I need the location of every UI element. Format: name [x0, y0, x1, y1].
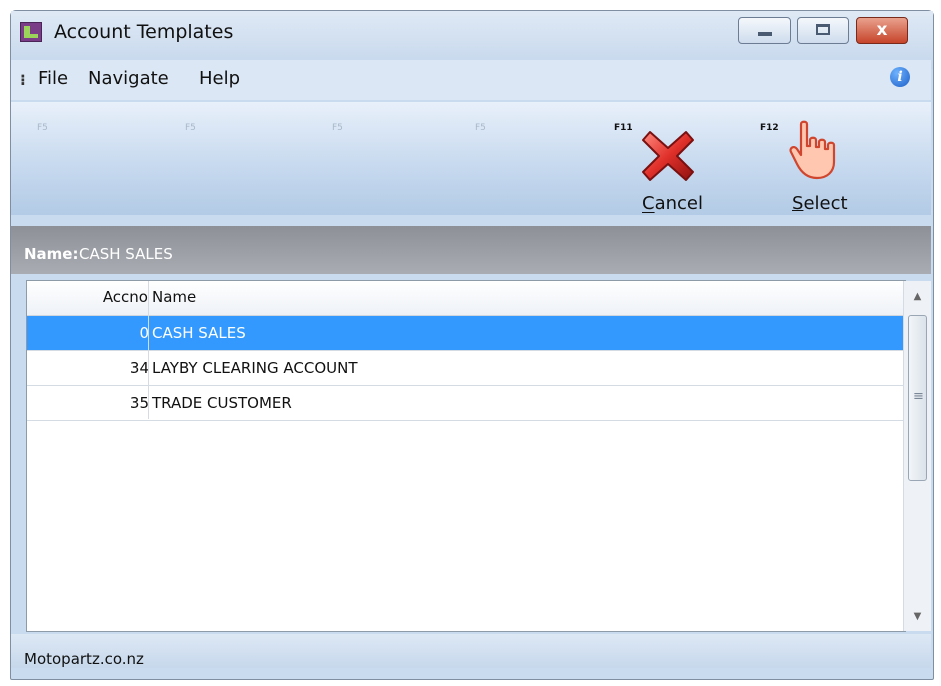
fkey-label: F5: [185, 123, 196, 133]
cell-accno: 34: [129, 359, 149, 377]
fkey-select-label: F12: [760, 123, 779, 133]
table-row[interactable]: 34 LAYBY CLEARING ACCOUNT: [27, 351, 903, 386]
vertical-scrollbar[interactable]: ▲ ≡ ▼: [903, 281, 931, 631]
scroll-down-icon[interactable]: ▼: [904, 611, 931, 622]
app-icon: [20, 22, 42, 42]
column-header-name[interactable]: Name: [152, 288, 196, 306]
maximize-button[interactable]: [797, 17, 849, 44]
status-text: Motopartz.co.nz: [24, 650, 144, 668]
cell-name: CASH SALES: [152, 324, 246, 342]
pointing-hand-icon[interactable]: [787, 120, 843, 182]
close-button[interactable]: x: [856, 17, 908, 44]
cell-accno: 0: [139, 324, 149, 342]
scroll-thumb[interactable]: ≡: [908, 315, 927, 481]
maximize-icon: [816, 24, 830, 35]
fkey-label: F5: [332, 123, 343, 133]
menu-help[interactable]: Help: [199, 68, 240, 89]
name-label: Name:: [24, 245, 79, 263]
window-title: Account Templates: [54, 21, 234, 43]
minimize-button[interactable]: [738, 17, 791, 44]
info-icon[interactable]: i: [890, 67, 910, 87]
status-bar: [11, 634, 931, 668]
table-row[interactable]: 35 TRADE CUSTOMER: [27, 386, 903, 421]
minimize-icon: [758, 32, 772, 36]
column-header-accno[interactable]: Accno: [26, 288, 148, 306]
select-label: Select: [792, 193, 848, 214]
column-divider: [148, 281, 149, 419]
fkey-label: F5: [475, 123, 486, 133]
fkey-cancel-label: F11: [614, 123, 633, 133]
cancel-button[interactable]: Cancel: [642, 193, 703, 214]
cell-accno: 35: [129, 394, 149, 412]
thumb-grip-icon: ≡: [913, 389, 924, 404]
name-value: CASH SALES: [79, 245, 173, 263]
red-x-icon[interactable]: [640, 128, 696, 184]
menu-grip-icon: ⁝: [20, 71, 26, 89]
scroll-up-icon[interactable]: ▲: [904, 291, 931, 302]
cancel-label: Cancel: [642, 193, 703, 214]
menu-navigate[interactable]: Navigate: [88, 68, 169, 89]
select-button[interactable]: Select: [792, 193, 848, 214]
fkey-label: F5: [37, 123, 48, 133]
menu-file[interactable]: File: [38, 68, 68, 89]
table-row[interactable]: 0 CASH SALES: [27, 316, 903, 351]
close-icon: x: [876, 20, 888, 40]
cell-name: TRADE CUSTOMER: [152, 394, 292, 412]
cell-name: LAYBY CLEARING ACCOUNT: [152, 359, 358, 377]
